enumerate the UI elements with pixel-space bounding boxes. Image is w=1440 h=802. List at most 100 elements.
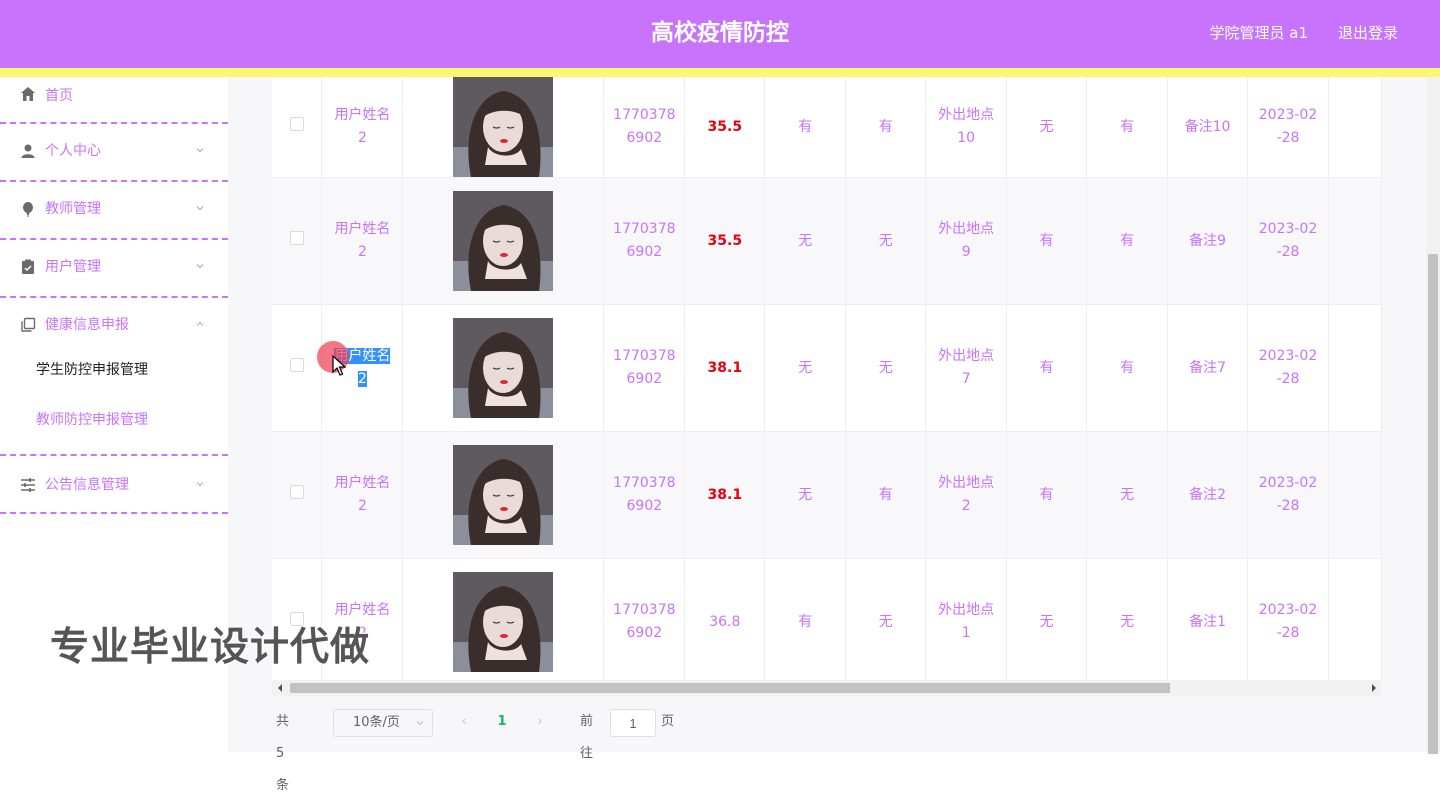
place-line: 外出地点: [938, 348, 995, 364]
cell-temperature: 35.5: [684, 177, 766, 305]
sliders-icon: [20, 477, 36, 493]
table-row[interactable]: 用户姓名 2 1770378 6902 38.1 无无外出地点 7 有有备注7 2023-02-…: [272, 304, 1382, 432]
main-content: 用户姓名 2 1770378 6902 35.5 有有外出地点 10 无有备注10 2023-0…: [228, 77, 1440, 793]
date-line: -28: [1276, 498, 1300, 514]
date-line: -28: [1276, 244, 1300, 260]
logout-link[interactable]: 退出登录: [1338, 22, 1398, 44]
goto-label: 前往: [580, 714, 594, 761]
scroll-right-icon[interactable]: [1370, 683, 1378, 693]
user-photo: [453, 572, 554, 672]
cell-date: 2023-02 -28: [1247, 558, 1329, 680]
sidebar-item-user-management[interactable]: 用户管理: [0, 240, 228, 298]
scrollbar-thumb[interactable]: [290, 683, 1170, 693]
cell-place: 外出地点 1: [925, 558, 1008, 680]
cell-flag: 无: [764, 431, 847, 559]
sidebar-item-teacher-management[interactable]: 教师管理: [0, 182, 228, 240]
cell-flag: 无: [1006, 558, 1088, 680]
cell-actions: [1328, 177, 1382, 305]
sidebar-item-home[interactable]: 首页: [0, 77, 228, 124]
scrollbar-thumb[interactable]: [1428, 254, 1438, 754]
date-line: 2023-02: [1258, 221, 1318, 237]
horizontal-scrollbar[interactable]: [272, 680, 1382, 696]
submenu-item-student-declaration[interactable]: 学生防控申报管理: [0, 345, 228, 395]
cell-place: 外出地点 2: [925, 431, 1008, 559]
chevron-down-icon: [196, 264, 204, 269]
cell-phone: 1770378 6902: [603, 177, 686, 305]
page-size-select[interactable]: 10条/页: [333, 709, 433, 737]
chevron-up-icon: [196, 321, 204, 326]
vertical-scrollbar[interactable]: [1426, 77, 1440, 754]
table-row[interactable]: 用户姓名 2 1770378 6902 35.5 无无外出地点 9 有有备注9 2023-02-…: [272, 177, 1382, 305]
cell-temperature: 36.8: [684, 558, 766, 680]
cell-flag: 无: [1086, 558, 1169, 680]
sidebar-item-label: 首页: [45, 88, 73, 104]
next-page-button[interactable]: ›: [532, 706, 548, 738]
declaration-table: 用户姓名 2 1770378 6902 35.5 有有外出地点 10 无有备注10 2023-0…: [272, 77, 1382, 680]
cell-place: 外出地点 7: [925, 304, 1008, 432]
name-line: 2: [357, 371, 367, 387]
name-line: 2: [357, 130, 367, 146]
cell-flag: 有: [764, 77, 847, 178]
cell-date: 2023-02 -28: [1247, 77, 1329, 178]
cell-flag: 无: [845, 558, 927, 680]
phone-line: 1770378: [613, 475, 676, 491]
name-line: 用户姓名: [334, 221, 391, 237]
scroll-left-icon[interactable]: [276, 683, 284, 693]
cell-flag: 无: [1086, 431, 1169, 559]
cell-photo: [402, 558, 605, 680]
place-line: 外出地点: [938, 107, 995, 123]
balloon-icon: [20, 201, 36, 217]
place-line: 外出地点: [938, 221, 995, 237]
mouse-cursor-icon: [332, 355, 346, 376]
name-line: 2: [357, 244, 367, 260]
temperature-value: 35.5: [707, 118, 743, 135]
sidebar-item-label: 教师管理: [45, 201, 101, 217]
submenu-item-teacher-declaration[interactable]: 教师防控申报管理: [0, 395, 228, 445]
cell-photo: [402, 431, 605, 559]
place-line: 2: [961, 498, 971, 514]
date-line: 2023-02: [1258, 348, 1318, 364]
cell-place: 外出地点 9: [925, 177, 1008, 305]
temperature-value: 38.1: [707, 486, 743, 503]
date-line: 2023-02: [1258, 107, 1318, 123]
cell-date: 2023-02 -28: [1247, 431, 1329, 559]
place-line: 1: [961, 625, 971, 641]
date-line: -28: [1276, 130, 1300, 146]
sidebar-item-personal-center[interactable]: 个人中心: [0, 124, 228, 182]
cell-name: 用户姓名 2: [321, 431, 404, 559]
cell-phone: 1770378 6902: [603, 431, 686, 559]
phone-line: 1770378: [613, 221, 676, 237]
sidebar-item-health-declaration[interactable]: 健康信息申报 学生防控申报管理 教师防控申报管理: [0, 298, 228, 456]
page-size-value: 10条/页: [353, 715, 400, 730]
sidebar-item-label: 健康信息申报: [45, 317, 129, 333]
user-photo: [453, 445, 554, 545]
chevron-down-icon: [196, 482, 204, 487]
prev-page-button[interactable]: ‹: [456, 706, 472, 738]
cell-flag: 无: [1006, 77, 1088, 178]
cell-date: 2023-02 -28: [1247, 304, 1329, 432]
row-checkbox[interactable]: [289, 230, 304, 245]
user-photo: [453, 191, 554, 291]
cell-phone: 1770378 6902: [603, 304, 686, 432]
goto-page-input[interactable]: [610, 709, 656, 737]
row-checkbox[interactable]: [289, 357, 304, 372]
sidebar-item-notice-management[interactable]: 公告信息管理: [0, 456, 228, 514]
cell-photo: [402, 304, 605, 432]
cell-flag: 有: [1086, 177, 1169, 305]
table-row[interactable]: 用户姓名 2 1770378 6902 35.5 有有外出地点 10 无有备注10 2023-0…: [272, 77, 1382, 178]
phone-line: 1770378: [613, 602, 676, 618]
table-row[interactable]: 用户姓名 2 1770378 6902 36.8 有无外出地点 1 无无备注1 2023-02-…: [272, 558, 1382, 680]
clipboard-icon: [20, 259, 36, 275]
row-checkbox[interactable]: [289, 116, 304, 131]
cell-flag: 有: [1006, 431, 1088, 559]
page-number-1[interactable]: 1: [494, 706, 510, 738]
cell-flag: 无: [764, 304, 847, 432]
cell-date: 2023-02 -28: [1247, 177, 1329, 305]
place-line: 7: [961, 371, 971, 387]
row-checkbox[interactable]: [289, 484, 304, 499]
cell-phone: 1770378 6902: [603, 558, 686, 680]
temperature-value: 35.5: [707, 232, 743, 249]
table-row[interactable]: 用户姓名 2 1770378 6902 38.1 无有外出地点 2 有无备注2 2023-02-…: [272, 431, 1382, 559]
cell-flag: 有: [1006, 304, 1088, 432]
cell-flag: 有: [845, 77, 927, 178]
